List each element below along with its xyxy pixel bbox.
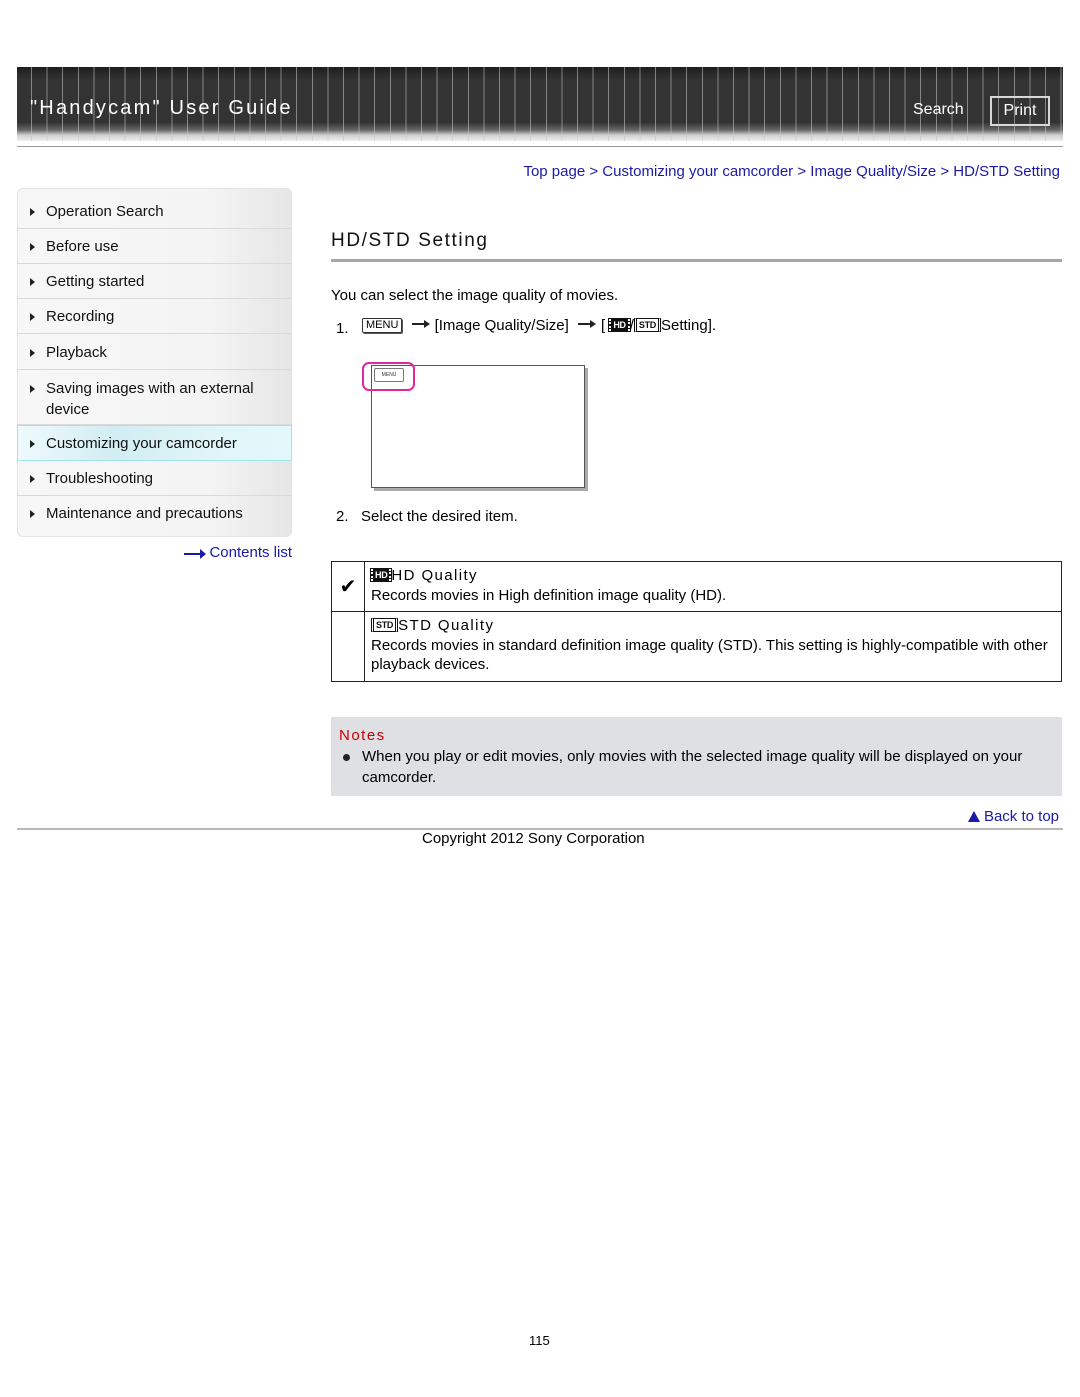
triangle-right-icon	[30, 385, 35, 393]
bullet-icon	[343, 754, 350, 761]
triangle-right-icon	[30, 475, 35, 483]
std-badge-icon: STD	[633, 318, 661, 332]
sidebar-item-before-use[interactable]: Before use	[17, 229, 292, 264]
breadcrumb: Top page > Customizing your camcorder > …	[523, 163, 1060, 180]
guide-title: "Handycam" User Guide	[30, 97, 293, 119]
breadcrumb-separator: >	[589, 163, 599, 180]
triangle-right-icon	[30, 278, 35, 286]
breadcrumb-image-quality[interactable]: Image Quality/Size	[810, 163, 936, 180]
sidebar-item-label: Before use	[46, 238, 119, 255]
options-table: ✔ HD HD Quality Records movies in High de…	[331, 561, 1062, 682]
sidebar-item-label: Customizing your camcorder	[46, 435, 237, 452]
arrow-right-icon	[411, 320, 430, 328]
triangle-right-icon	[30, 510, 35, 518]
sidebar-item-customizing[interactable]: Customizing your camcorder	[17, 425, 292, 461]
sidebar-item-label: Saving images with an external device	[46, 380, 254, 418]
triangle-right-icon	[30, 313, 35, 321]
search-link[interactable]: Search	[913, 101, 964, 119]
sidebar-item-maintenance[interactable]: Maintenance and precautions	[17, 496, 292, 531]
notes-box: Notes When you play or edit movies, only…	[331, 717, 1062, 796]
breadcrumb-customizing[interactable]: Customizing your camcorder	[602, 163, 793, 180]
sidebar-item-getting-started[interactable]: Getting started	[17, 264, 292, 299]
back-to-top-link[interactable]: Back to top	[967, 808, 1059, 825]
sidebar-item-label: Operation Search	[46, 203, 164, 220]
option-description: Records movies in standard definition im…	[371, 636, 1048, 674]
sidebar-item-label: Recording	[46, 308, 115, 325]
option-name: HD Quality	[391, 567, 478, 584]
setting-text: Setting].	[661, 317, 717, 334]
triangle-right-icon	[30, 243, 35, 251]
hd-badge-icon: HD	[369, 568, 393, 582]
sidebar-item-saving-images[interactable]: Saving images with an external device	[17, 370, 292, 425]
sidebar-item-label: Playback	[46, 344, 107, 361]
intro-text: You can select the image quality of movi…	[331, 287, 619, 304]
sidebar-item-operation-search[interactable]: Operation Search	[17, 194, 292, 229]
breadcrumb-current[interactable]: HD/STD Setting	[953, 163, 1060, 180]
page-number: 115	[529, 1333, 550, 1348]
table-row[interactable]: ✔ HD HD Quality Records movies in High de…	[331, 561, 1062, 612]
step-number: 1.	[336, 320, 349, 337]
breadcrumb-separator: >	[797, 163, 807, 180]
option-cell: HD HD Quality Records movies in High defi…	[364, 561, 1062, 612]
sidebar-item-playback[interactable]: Playback	[17, 334, 292, 370]
notes-title: Notes	[339, 727, 386, 744]
page-title: HD/STD Setting	[331, 230, 489, 251]
sidebar-item-recording[interactable]: Recording	[17, 299, 292, 334]
step-1-instruction: MENU [Image Quality/Size] [ HD / STD Settin…	[362, 317, 716, 334]
triangle-up-icon	[967, 811, 980, 822]
menu-highlight-frame	[362, 362, 415, 391]
breadcrumb-top-page[interactable]: Top page	[523, 163, 585, 180]
step-2-instruction: Select the desired item.	[361, 508, 518, 525]
note-item: When you play or edit movies, only movie…	[362, 748, 1023, 786]
hd-badge-icon: HD	[608, 318, 631, 332]
arrow-right-icon	[577, 320, 596, 328]
step-number: 2.	[336, 508, 349, 525]
menu-button-icon: MENU	[362, 318, 403, 333]
option-name: STD Quality	[398, 617, 495, 634]
table-row[interactable]: STD STD Quality Records movies in standar…	[331, 611, 1062, 682]
sidebar-item-label: Troubleshooting	[46, 470, 154, 487]
triangle-right-icon	[30, 440, 35, 448]
print-button[interactable]: Print	[990, 96, 1050, 126]
triangle-right-icon	[30, 349, 35, 357]
std-badge-icon: STD	[371, 618, 399, 632]
sidebar-item-troubleshooting[interactable]: Troubleshooting	[17, 461, 292, 496]
check-cell: ✔	[331, 561, 365, 612]
menu-path-item: [Image Quality/Size]	[434, 317, 569, 334]
contents-list-link[interactable]: Contents list	[184, 544, 292, 561]
option-description: Records movies in High definition image …	[371, 586, 727, 604]
breadcrumb-separator: >	[940, 163, 950, 180]
title-divider	[331, 259, 1062, 262]
sidebar-item-label: Maintenance and precautions	[46, 505, 243, 522]
checkmark-icon: ✔	[339, 576, 357, 598]
bracket-text: [	[600, 317, 606, 334]
arrow-right-icon	[184, 548, 207, 559]
triangle-right-icon	[30, 208, 35, 216]
sidebar-nav: Operation Search Before use Getting star…	[17, 188, 292, 537]
back-to-top-label: Back to top	[983, 808, 1059, 825]
contents-list-label: Contents list	[209, 544, 292, 561]
sidebar-item-label: Getting started	[46, 273, 145, 290]
check-cell	[331, 611, 365, 682]
option-cell: STD STD Quality Records movies in standar…	[364, 611, 1062, 682]
header-divider	[17, 146, 1063, 147]
copyright-text: Copyright 2012 Sony Corporation	[422, 830, 645, 847]
